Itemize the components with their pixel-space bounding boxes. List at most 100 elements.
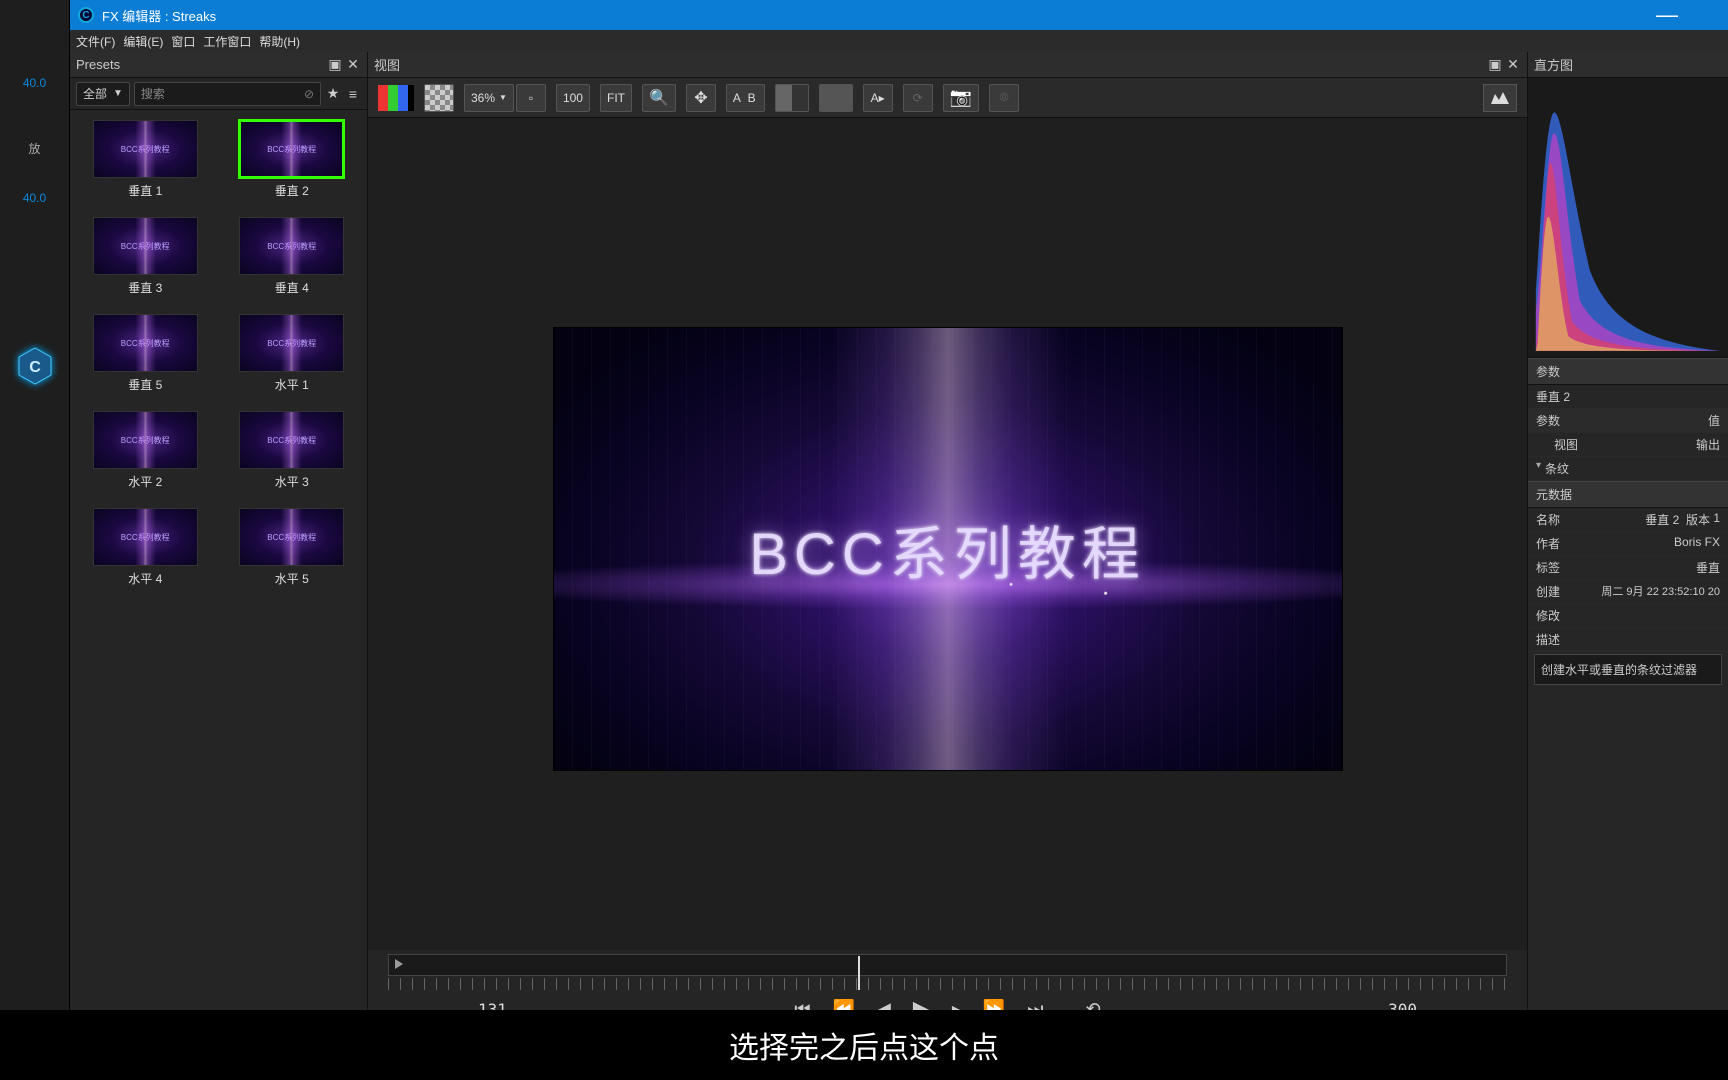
refresh-icon[interactable]: ⟳ <box>903 84 933 112</box>
app-icon: C <box>78 7 94 23</box>
window-title: FX 编辑器 : Streaks <box>102 6 216 25</box>
preset-item[interactable]: BCC系列教程垂直 3 <box>76 217 215 296</box>
popout-icon[interactable]: ▣ <box>327 57 343 73</box>
preset-item[interactable]: BCC系列教程垂直 1 <box>76 120 215 199</box>
ab-compare-button[interactable]: A B <box>726 84 765 112</box>
zoom-square-button[interactable]: ▫ <box>516 84 546 112</box>
preset-item[interactable]: BCC系列教程水平 4 <box>76 508 215 587</box>
minimize-button[interactable]: — <box>1656 2 1678 28</box>
histogram-header: 直方图 <box>1528 52 1728 78</box>
preset-thumbnail[interactable]: BCC系列教程 <box>239 217 344 275</box>
zoom-100-button[interactable]: 100 <box>556 84 590 112</box>
preset-search-input[interactable]: 搜索 ⊘ <box>134 82 321 106</box>
leftrail-value-1: 40.0 <box>0 76 69 90</box>
histogram-display <box>1528 78 1728 358</box>
menu-icon[interactable]: ≡ <box>345 86 361 102</box>
preset-thumbnail[interactable]: BCC系列教程 <box>93 314 198 372</box>
favorite-icon[interactable]: ★ <box>325 86 341 102</box>
menu-file[interactable]: 文件(F) <box>76 33 115 50</box>
clear-icon[interactable]: ⊘ <box>304 87 314 101</box>
preset-filter-dropdown[interactable]: 全部▼ <box>76 82 130 106</box>
histogram-toggle-icon[interactable] <box>1483 84 1517 112</box>
close-icon[interactable]: ✕ <box>345 57 361 73</box>
menu-workwindow[interactable]: 工作窗口 <box>203 33 251 50</box>
histogram-title: 直方图 <box>1534 55 1573 74</box>
preview-canvas[interactable]: BCC系列教程 <box>553 327 1343 771</box>
preset-label: 水平 1 <box>223 376 362 393</box>
params-title: 参数 <box>1528 358 1728 385</box>
preset-label: 水平 5 <box>223 570 362 587</box>
presets-title: Presets <box>76 57 120 72</box>
move-icon[interactable]: ✥ <box>686 84 716 112</box>
camera2-icon[interactable]: ⦾ <box>989 84 1019 112</box>
left-rail: 40.0 放 40.0 C <box>0 0 70 1010</box>
params-panel: 参数 垂直 2 参数 值 视图 输出 ▾ 条纹 元数据 名称垂直 2 版本 1 … <box>1528 358 1728 1010</box>
zoom-fit-button[interactable]: FIT <box>600 84 632 112</box>
preset-thumbnail[interactable]: BCC系列教程 <box>239 508 344 566</box>
zoom-dropdown[interactable]: 36% ▼ <box>464 84 514 112</box>
preset-item[interactable]: BCC系列教程水平 2 <box>76 411 215 490</box>
subtitle-bar: 选择完之后点这个点 <box>0 1010 1728 1080</box>
preset-item[interactable]: BCC系列教程垂直 5 <box>76 314 215 393</box>
scrub-bar[interactable] <box>388 954 1507 976</box>
canvas-text: BCC系列教程 <box>749 507 1145 591</box>
param-columns: 参数 值 <box>1528 409 1728 433</box>
preset-thumbnail[interactable]: BCC系列教程 <box>239 120 344 178</box>
presets-grid: BCC系列教程垂直 1BCC系列教程垂直 2BCC系列教程垂直 3BCC系列教程… <box>70 110 367 597</box>
viewport-toolbar: 36% ▼ ▫ 100 FIT 🔍 ✥ A B A▸ ⟳ ⦾ <box>368 78 1527 118</box>
viewport-panel: 视图 ▣ ✕ 36% ▼ ▫ 100 FIT 🔍 ✥ A B A▸ ⟳ <box>368 52 1528 1010</box>
canvas-area: BCC系列教程 <box>368 118 1527 950</box>
preset-thumbnail[interactable]: BCC系列教程 <box>239 314 344 372</box>
viewport-header: 视图 ▣ ✕ <box>368 52 1527 78</box>
play-triangle-icon <box>395 959 403 969</box>
preset-thumbnail[interactable]: BCC系列教程 <box>239 411 344 469</box>
meta-desc-label: 描述 <box>1528 628 1728 652</box>
preset-item[interactable]: BCC系列教程水平 5 <box>223 508 362 587</box>
preset-label: 垂直 2 <box>223 182 362 199</box>
presets-toolbar: 全部▼ 搜索 ⊘ ★ ≡ <box>70 78 367 110</box>
a-button[interactable]: A▸ <box>863 84 893 112</box>
app-logo: C <box>0 345 69 392</box>
checker-button[interactable] <box>424 84 454 112</box>
preset-thumbnail[interactable]: BCC系列教程 <box>93 411 198 469</box>
preset-item[interactable]: BCC系列教程水平 1 <box>223 314 362 393</box>
menubar: 文件(F) 编辑(E) 窗口 工作窗口 帮助(H) <box>70 30 1728 52</box>
split-h-button[interactable] <box>775 84 809 112</box>
param-stripes-row[interactable]: ▾ 条纹 <box>1528 457 1728 481</box>
timeline-ticks[interactable] <box>388 978 1507 990</box>
preset-item[interactable]: BCC系列教程垂直 4 <box>223 217 362 296</box>
meta-name: 名称垂直 2 版本 1 <box>1528 508 1728 532</box>
search-icon[interactable]: 🔍 <box>642 84 676 112</box>
right-column: 直方图 参数 垂直 2 参数 值 视图 输出 ▾ 条纹 <box>1528 52 1728 1010</box>
meta-modified: 修改 <box>1528 604 1728 628</box>
preset-thumbnail[interactable]: BCC系列教程 <box>93 120 198 178</box>
meta-created: 创建周二 9月 22 23:52:10 20 <box>1528 580 1728 604</box>
meta-tags: 标签垂直 <box>1528 556 1728 580</box>
chevron-down-icon[interactable]: ▾ <box>1536 460 1541 477</box>
menu-help[interactable]: 帮助(H) <box>259 33 300 50</box>
preset-label: 垂直 3 <box>76 279 215 296</box>
menu-window[interactable]: 窗口 <box>171 33 195 50</box>
preset-item[interactable]: BCC系列教程垂直 2 <box>223 120 362 199</box>
preset-thumbnail[interactable]: BCC系列教程 <box>93 217 198 275</box>
preset-item[interactable]: BCC系列教程水平 3 <box>223 411 362 490</box>
metadata-title: 元数据 <box>1528 481 1728 508</box>
preset-thumbnail[interactable]: BCC系列教程 <box>93 508 198 566</box>
menu-edit[interactable]: 编辑(E) <box>123 33 163 50</box>
preset-label: 垂直 4 <box>223 279 362 296</box>
split-full-button[interactable] <box>819 84 853 112</box>
preset-label: 垂直 1 <box>76 182 215 199</box>
snapshot-icon[interactable] <box>943 84 979 112</box>
playhead-marker[interactable] <box>858 956 860 990</box>
chevron-down-icon: ▼ <box>113 88 123 99</box>
meta-desc-box: 创建水平或垂直的条纹过滤器 <box>1534 654 1722 685</box>
meta-author: 作者Boris FX <box>1528 532 1728 556</box>
preset-label: 水平 4 <box>76 570 215 587</box>
param-view-row[interactable]: 视图 输出 <box>1528 433 1728 457</box>
popout-icon[interactable]: ▣ <box>1487 57 1503 73</box>
presets-panel: Presets ▣ ✕ 全部▼ 搜索 ⊘ ★ ≡ BCC系列教程垂直 1BCC系… <box>70 52 368 1010</box>
chevron-down-icon: ▼ <box>499 93 507 102</box>
rgb-channels-button[interactable] <box>378 85 414 111</box>
leftrail-value-2: 40.0 <box>0 191 69 205</box>
close-icon[interactable]: ✕ <box>1505 57 1521 73</box>
